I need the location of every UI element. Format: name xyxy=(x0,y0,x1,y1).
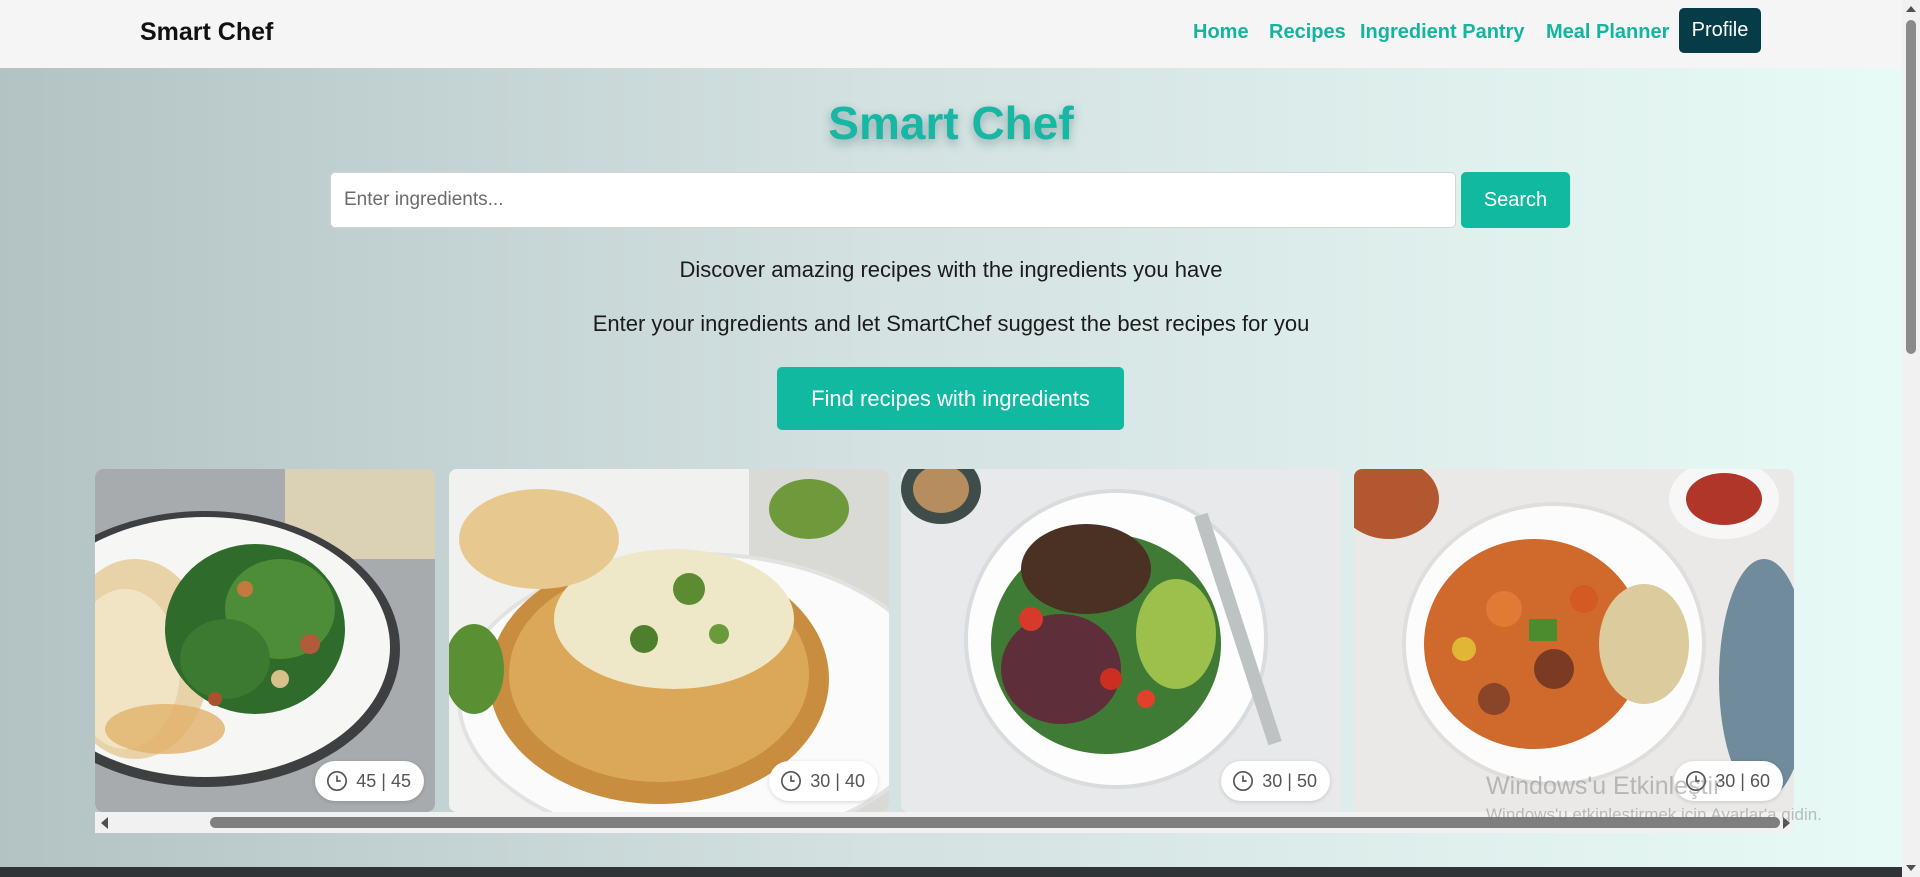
clock-icon xyxy=(327,771,348,791)
recipe-card[interactable]: 30 | 60 xyxy=(1354,469,1794,812)
search-button[interactable]: Search xyxy=(1461,172,1570,228)
tagline-secondary: Enter your ingredients and let SmartChef… xyxy=(592,311,1310,336)
recipe-card[interactable]: 30 | 40 xyxy=(449,469,889,812)
page-title: Smart Chef xyxy=(828,97,1074,149)
clock-icon xyxy=(1233,771,1254,791)
cook-time-badge: 45 | 45 xyxy=(315,761,424,801)
recipe-card[interactable]: 30 | 50 xyxy=(901,469,1341,812)
nav-link-ingredient-pantry[interactable]: Ingredient Pantry xyxy=(1360,21,1524,44)
scroll-left-arrow-icon[interactable] xyxy=(101,817,108,829)
cook-time-badge: 30 | 50 xyxy=(1221,761,1330,801)
watermark-title: Windows'u Etkinleştir xyxy=(1486,772,1722,800)
watermark-subtitle: Windows'u etkinleştirmek için Ayarlar'a … xyxy=(1486,805,1822,824)
recipe-card[interactable]: 45 | 45 xyxy=(95,469,435,812)
page-scroll-thumb[interactable] xyxy=(1906,20,1916,354)
brand-logo[interactable]: Smart Chef xyxy=(140,18,273,47)
cook-time-label: 30 | 40 xyxy=(810,770,865,791)
footer xyxy=(0,867,1902,877)
clock-icon xyxy=(781,771,802,791)
find-recipes-button[interactable]: Find recipes with ingredients xyxy=(777,367,1124,430)
page-scrollbar[interactable] xyxy=(1902,0,1920,877)
profile-button[interactable]: Profile xyxy=(1679,8,1761,53)
navbar: Smart Chef Home Recipes Ingredient Pantr… xyxy=(0,0,1902,68)
scroll-up-arrow-icon[interactable] xyxy=(1906,6,1916,12)
nav-link-recipes[interactable]: Recipes xyxy=(1269,21,1346,44)
cook-time-label: 30 | 50 xyxy=(1262,770,1317,791)
nav-link-meal-planner[interactable]: Meal Planner xyxy=(1546,21,1669,44)
cook-time-label: 45 | 45 xyxy=(356,770,411,791)
cook-time-badge: 30 | 40 xyxy=(769,761,878,801)
ingredient-search-input[interactable] xyxy=(330,172,1456,228)
tagline-primary: Discover amazing recipes with the ingred… xyxy=(679,257,1223,282)
scroll-down-arrow-icon[interactable] xyxy=(1906,865,1916,871)
windows-activation-watermark: Windows'u Etkinleştir Windows'u etkinleş… xyxy=(1486,772,1822,825)
nav-link-home[interactable]: Home xyxy=(1193,21,1249,44)
